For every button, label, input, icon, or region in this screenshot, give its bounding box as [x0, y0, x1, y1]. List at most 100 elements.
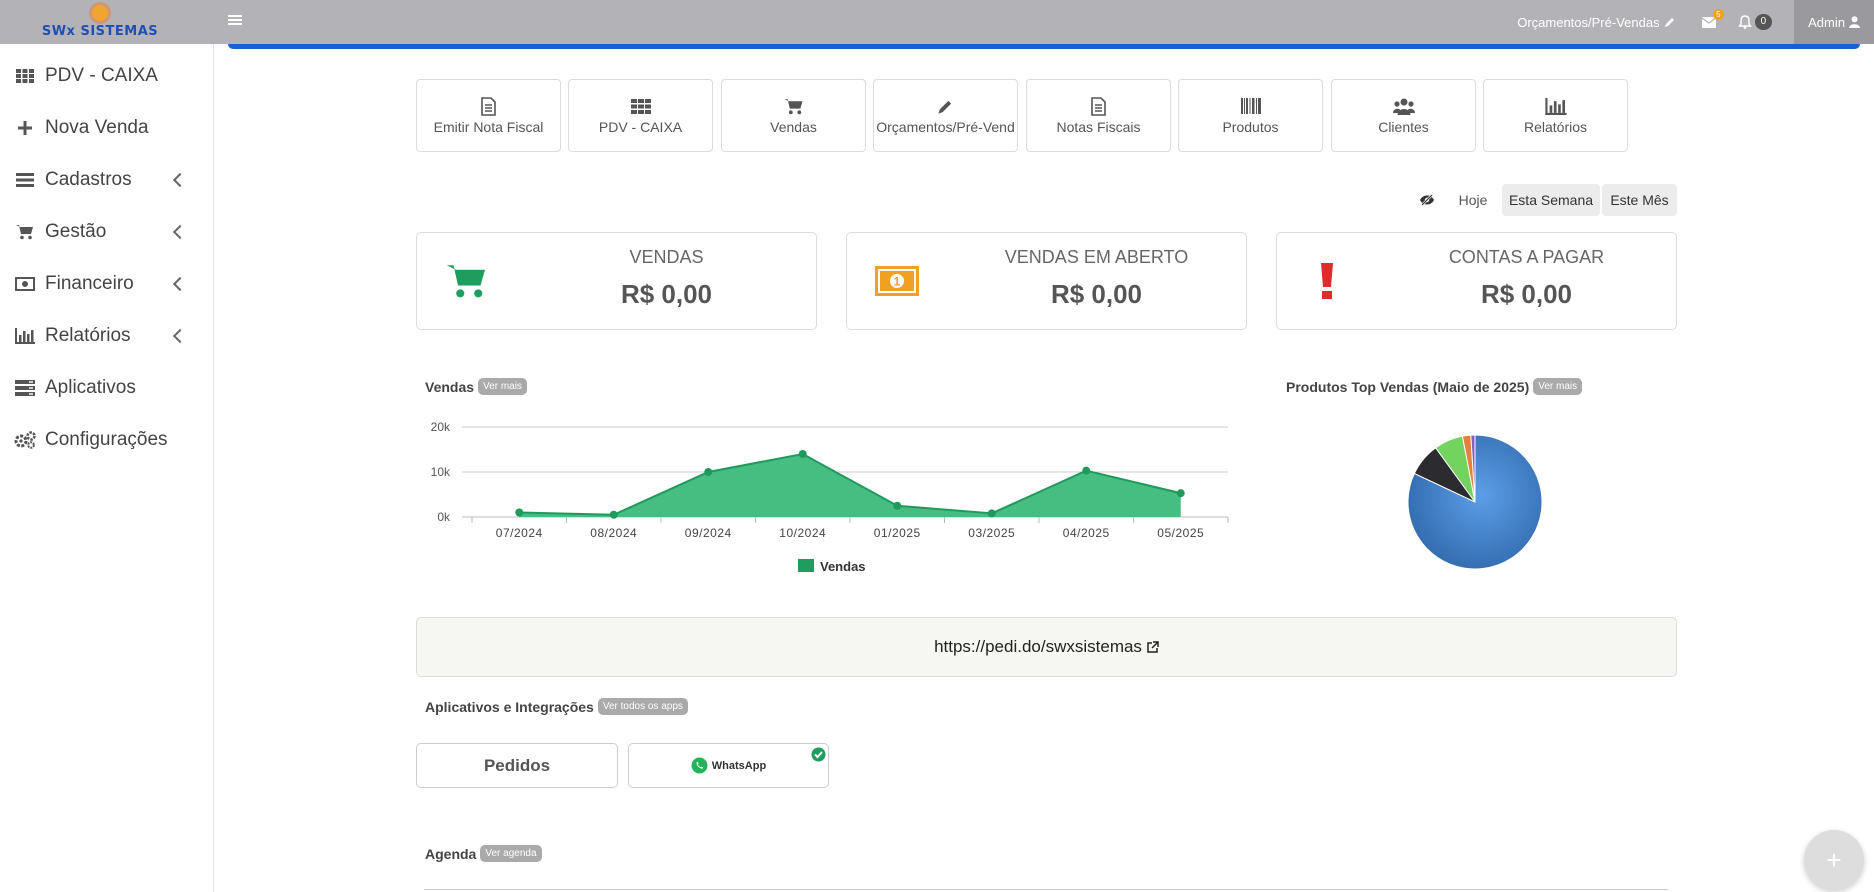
messages-button[interactable]: 5	[1701, 8, 1724, 28]
sidebar-item-label: Configurações	[45, 429, 168, 450]
sales-point	[515, 508, 524, 517]
quick-relatorios[interactable]: Relatórios	[1483, 79, 1628, 152]
bar-chart-icon	[1544, 96, 1567, 116]
notifications-count: 0	[1754, 14, 1773, 30]
sidebar-item-pdv-caixa[interactable]: PDV - CAIXA	[0, 50, 213, 102]
quick-vendas[interactable]: Vendas	[721, 79, 866, 152]
sidebar-item-relatorios[interactable]: Relatórios	[0, 310, 213, 362]
quick-label: Orçamentos/Pré-Vend	[876, 119, 1015, 135]
brand-name: SWx SISTEMAS	[41, 24, 159, 39]
quick-pdv-caixa[interactable]: PDV - CAIXA	[568, 79, 713, 152]
brand-logo[interactable]: SWx SISTEMAS	[0, 0, 200, 44]
quick-label: Produtos	[1222, 119, 1279, 135]
pie-ver-mais-button[interactable]: Ver mais	[1533, 378, 1583, 395]
x-tick-label: 08/2024	[590, 526, 637, 540]
grid-icon	[14, 67, 36, 85]
apps-ver-todos-button[interactable]: Ver todos os apps	[597, 698, 688, 715]
barcode-icon	[1240, 96, 1261, 116]
store-link-box[interactable]: https://pedi.do/swxsistemas	[416, 617, 1677, 677]
apps-title: Aplicativos e Integrações	[425, 698, 594, 715]
app-whatsapp[interactable]: WhatsApp	[628, 743, 829, 788]
card-contas-a-pagar[interactable]: CONTAS A PAGAR R$ 0,00	[1276, 232, 1677, 330]
quick-label: Clientes	[1378, 119, 1429, 135]
file-icon	[481, 96, 496, 116]
cart-icon	[445, 261, 489, 301]
quick-clientes[interactable]: Clientes	[1331, 79, 1476, 152]
x-tick-label: 10/2024	[779, 526, 826, 540]
y-tick-label: 20k	[431, 420, 451, 434]
check-circle-icon	[811, 747, 826, 762]
quick-produtos[interactable]: Produtos	[1178, 79, 1323, 152]
period-hoje[interactable]: Hoje	[1448, 184, 1498, 216]
money-icon	[14, 275, 36, 293]
card-label: VENDAS	[629, 247, 704, 267]
sales-point	[1082, 466, 1091, 475]
agenda-header: Agenda Ver agenda	[425, 845, 542, 862]
x-tick-label: 09/2024	[685, 526, 732, 540]
app-whatsapp-label: WhatsApp	[711, 759, 767, 772]
top-bar: SWx SISTEMAS Orçamentos/Pré-Vendas 5 0 A…	[0, 0, 1874, 44]
y-tick-label: 10k	[431, 465, 451, 479]
sidebar-item-aplicativos[interactable]: Aplicativos	[0, 362, 213, 414]
sales-area-chart: 0k 10k 20k 07/2024 08/2024 09/2024 10/2024 01/2…	[431, 420, 1229, 574]
cogs-icon	[14, 431, 36, 449]
quick-label: Emitir Nota Fiscal	[433, 119, 544, 135]
quick-label: PDV - CAIXA	[598, 119, 683, 135]
file-icon	[1091, 96, 1106, 116]
x-tick-label: 05/2025	[1157, 526, 1204, 540]
bar-chart-icon	[14, 327, 36, 345]
card-vendas[interactable]: VENDAS R$ 0,00	[416, 232, 817, 330]
legend-label: Vendas	[820, 559, 866, 574]
sidebar-item-label: Gestão	[45, 221, 107, 242]
x-tick-label: 04/2025	[1063, 526, 1110, 540]
quick-emitir-nota-fiscal[interactable]: Emitir Nota Fiscal	[416, 79, 561, 152]
card-value: R$ 0,00	[620, 279, 713, 309]
quick-label: Vendas	[770, 119, 817, 135]
card-vendas-em-aberto[interactable]: 1 VENDAS EM ABERTO R$ 0,00	[846, 232, 1247, 330]
toggle-values-visibility[interactable]	[1410, 184, 1444, 216]
user-menu[interactable]: Admin	[1794, 0, 1874, 44]
x-tick-label: 07/2024	[496, 526, 543, 540]
cart-icon	[14, 223, 36, 241]
app-pedidos-label: Pedidos	[483, 755, 551, 775]
sidebar-item-cadastros[interactable]: Cadastros	[0, 154, 213, 206]
sales-point	[798, 450, 807, 458]
top-right-menu: Orçamentos/Pré-Vendas 5 0 Admin	[1517, 0, 1874, 44]
server-icon	[14, 379, 36, 397]
notifications-button[interactable]: 0	[1737, 14, 1773, 30]
apps-header: Aplicativos e Integrações Ver todos os a…	[425, 698, 688, 715]
card-label: CONTAS A PAGAR	[1448, 247, 1605, 267]
orcamentos-link[interactable]: Orçamentos/Pré-Vendas	[1517, 15, 1675, 30]
period-esta-semana[interactable]: Esta Semana	[1502, 184, 1600, 216]
menu-toggle-icon[interactable]	[228, 13, 242, 27]
period-este-mes[interactable]: Este Mês	[1602, 184, 1677, 216]
card-value: R$ 0,00	[1480, 279, 1573, 309]
agenda-ver-agenda-button[interactable]: Ver agenda	[480, 845, 542, 862]
pie-chart-title: Produtos Top Vendas (Maio de 2025)	[1286, 378, 1530, 395]
card-value: R$ 0,00	[1050, 279, 1143, 309]
chevron-left-icon	[172, 276, 188, 292]
exclamation-icon	[1305, 261, 1349, 301]
app-pedidos[interactable]: Pedidos	[416, 743, 618, 788]
sidebar-item-configuracoes[interactable]: Configurações	[0, 414, 213, 466]
sidebar-item-label: Cadastros	[45, 169, 132, 190]
card-label: VENDAS EM ABERTO	[1004, 247, 1189, 267]
sales-ver-mais-button[interactable]: Ver mais	[478, 378, 527, 395]
sales-area	[519, 454, 1181, 517]
logo-sun-icon	[92, 5, 108, 21]
chevron-left-icon	[172, 328, 188, 344]
sidebar-item-financeiro[interactable]: Financeiro	[0, 258, 213, 310]
sales-point	[1176, 489, 1185, 498]
sidebar-item-gestao[interactable]: Gestão	[0, 206, 213, 258]
quick-notas-fiscais[interactable]: Notas Fiscais	[1026, 79, 1171, 152]
sidebar-item-nova-venda[interactable]: Nova Venda	[0, 102, 213, 154]
quick-label: Notas Fiscais	[1056, 119, 1141, 135]
store-link-url: https://pedi.do/swxsistemas	[934, 637, 1142, 656]
agenda-title: Agenda	[425, 845, 477, 862]
cart-icon	[783, 96, 804, 116]
whatsapp-icon	[691, 757, 708, 774]
sales-chart-title: Vendas	[425, 378, 475, 395]
floating-add-button[interactable]: +	[1804, 830, 1864, 890]
users-icon	[1392, 96, 1415, 116]
quick-orcamentos[interactable]: Orçamentos/Pré-Vend	[873, 79, 1018, 152]
